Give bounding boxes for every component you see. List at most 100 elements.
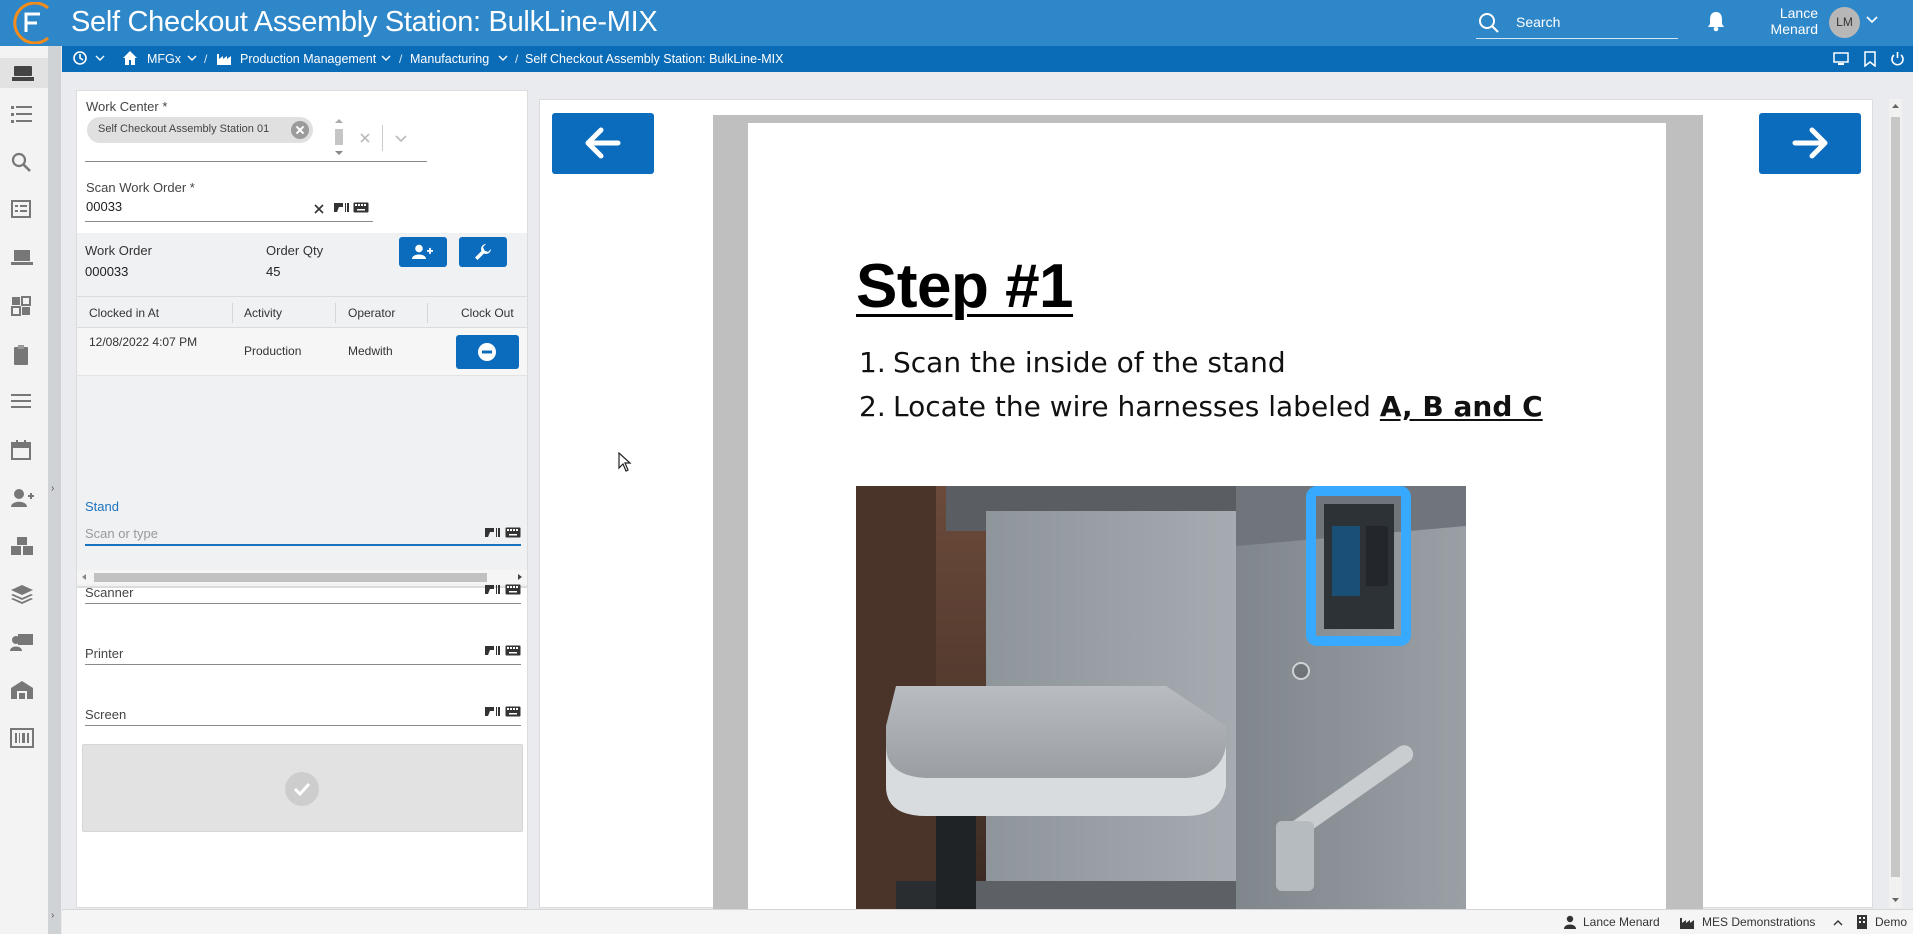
work-center-chip[interactable]: Self Checkout Assembly Station 01 <box>87 117 313 143</box>
chip-scrollbar[interactable] <box>333 117 345 157</box>
scan-work-order-label: Scan Work Order * <box>86 180 195 195</box>
status-site[interactable]: MES Demonstrations <box>1702 915 1815 929</box>
list-item: 2. Locate the wire harnesses labeled A, B… <box>859 390 1543 423</box>
remove-chip-icon[interactable] <box>291 121 309 139</box>
chevron-down-icon[interactable] <box>395 135 407 143</box>
order-qty-value: 45 <box>266 264 281 279</box>
clock-in-operator-button[interactable] <box>399 237 447 267</box>
stand-input[interactable]: Scan or type <box>85 526 158 541</box>
monitor-icon[interactable] <box>1833 52 1849 66</box>
scroll-down-icon[interactable] <box>1891 896 1900 904</box>
sidebar-item-kiosk[interactable] <box>0 58 48 88</box>
clock-out-button[interactable] <box>456 335 519 369</box>
factory-icon <box>1680 918 1694 929</box>
scanner-label: Scanner <box>85 585 134 600</box>
submit-button[interactable] <box>82 744 523 832</box>
app-logo[interactable] <box>4 2 54 44</box>
laptop-icon <box>11 250 33 265</box>
barcode-scanner-icon[interactable] <box>485 584 501 596</box>
notifications-bell-icon[interactable] <box>1706 10 1726 32</box>
chevron-down-icon[interactable] <box>1866 16 1878 24</box>
column-header-clocked-in-at[interactable]: Clocked in At <box>89 306 159 320</box>
column-header-activity[interactable]: Activity <box>244 306 282 320</box>
operator-console-icon <box>10 634 33 651</box>
column-header-operator[interactable]: Operator <box>348 306 395 320</box>
barcode-scanner-icon[interactable] <box>485 706 501 718</box>
breadcrumb-item-mfgx[interactable]: MFGx <box>147 52 181 66</box>
work-order-label: Work Order <box>85 243 152 258</box>
avatar[interactable]: LM <box>1829 7 1860 38</box>
keyboard-icon[interactable] <box>505 584 521 595</box>
list-item: 1. Scan the inside of the stand <box>859 346 1286 379</box>
screen-label: Screen <box>85 707 127 722</box>
sidebar-item-warehouse[interactable] <box>10 679 36 705</box>
document-page[interactable]: Step #1 1. Scan the inside of the stand 2… <box>748 123 1666 909</box>
sidebar-item-list[interactable] <box>10 103 36 129</box>
chevron-down-icon[interactable] <box>187 55 197 62</box>
scroll-up-icon <box>335 119 343 123</box>
sidebar-item-operator-console[interactable] <box>10 631 36 657</box>
document-frame: Step #1 1. Scan the inside of the stand 2… <box>713 115 1703 909</box>
scan-work-order-input[interactable]: 00033 <box>86 199 122 214</box>
barcode-scanner-icon[interactable] <box>485 645 501 657</box>
sidebar-item-add-user[interactable] <box>10 487 36 513</box>
work-center-panel: Work Center * Self Checkout Assembly Sta… <box>76 90 528 908</box>
clipboard-icon <box>14 345 28 365</box>
sidebar-item-barcode[interactable] <box>10 727 36 753</box>
next-step-button[interactable] <box>1759 113 1861 174</box>
sidebar-expand-handle[interactable]: › › <box>49 46 61 934</box>
keyboard-icon[interactable] <box>505 645 521 656</box>
building-icon <box>1857 915 1867 929</box>
sidebar-item-boxes[interactable] <box>10 535 36 561</box>
work-instruction-viewer: Step #1 1. Scan the inside of the stand 2… <box>539 99 1873 909</box>
scroll-up-icon[interactable] <box>1891 102 1900 110</box>
sidebar-item-search[interactable] <box>10 151 36 177</box>
user-icon <box>1564 915 1576 929</box>
history-icon[interactable] <box>72 50 88 66</box>
printer-field[interactable]: Printer <box>85 640 521 680</box>
status-user[interactable]: Lance Menard <box>1583 915 1660 929</box>
breadcrumb-item-manufacturing[interactable]: Manufacturing <box>410 52 489 66</box>
global-search[interactable]: Search <box>1476 9 1678 39</box>
add-user-icon <box>11 489 34 507</box>
column-header-clock-out[interactable]: Clock Out <box>461 306 514 320</box>
clear-input-icon[interactable] <box>313 203 325 215</box>
stand-field[interactable]: Stand Scan or type <box>85 499 521 547</box>
scanner-field[interactable]: Scanner <box>85 579 521 619</box>
bookmark-icon[interactable] <box>1864 51 1876 67</box>
sidebar-item-laptop[interactable] <box>10 247 36 273</box>
user-menu-name[interactable]: Lance Menard <box>1748 5 1818 37</box>
maintenance-button[interactable] <box>459 237 507 267</box>
screen-field[interactable]: Screen <box>85 701 521 741</box>
sidebar-item-calendar[interactable] <box>10 439 36 465</box>
chevron-up-icon[interactable] <box>1833 919 1843 926</box>
chevron-down-icon[interactable] <box>95 55 105 62</box>
chevron-down-icon[interactable] <box>498 55 508 62</box>
sidebar-item-layers[interactable] <box>10 583 36 609</box>
sidebar-item-dashboard[interactable] <box>10 295 36 321</box>
chevron-right-icon: › <box>51 910 55 921</box>
breadcrumb-item-production-management[interactable]: Production Management <box>240 52 376 66</box>
calendar-icon <box>11 440 31 460</box>
power-icon[interactable] <box>1890 51 1905 66</box>
barcode-scanner-icon[interactable] <box>334 202 350 214</box>
scan-work-order-underline <box>85 221 373 222</box>
keyboard-icon[interactable] <box>353 202 369 213</box>
previous-step-button[interactable] <box>552 113 654 174</box>
sidebar-item-menu[interactable] <box>10 391 36 417</box>
scroll-down-icon <box>335 151 343 155</box>
sidebar-item-clipboard[interactable] <box>10 343 36 369</box>
chevron-down-icon[interactable] <box>381 55 391 62</box>
viewer-vertical-scrollbar[interactable] <box>1889 99 1902 908</box>
clear-icon[interactable] <box>359 132 371 144</box>
breadcrumb-item-current-page: Self Checkout Assembly Station: BulkLine… <box>525 52 784 66</box>
keyboard-icon[interactable] <box>505 527 521 538</box>
sidebar-item-checklist[interactable] <box>10 199 36 225</box>
home-icon[interactable] <box>122 50 138 66</box>
menu-lines-icon <box>11 394 31 408</box>
status-environment[interactable]: Demo <box>1875 915 1907 929</box>
barcode-scanner-icon[interactable] <box>485 527 501 539</box>
keyboard-icon[interactable] <box>505 706 521 717</box>
list-icon <box>11 106 32 123</box>
cell-activity: Production <box>244 344 302 358</box>
